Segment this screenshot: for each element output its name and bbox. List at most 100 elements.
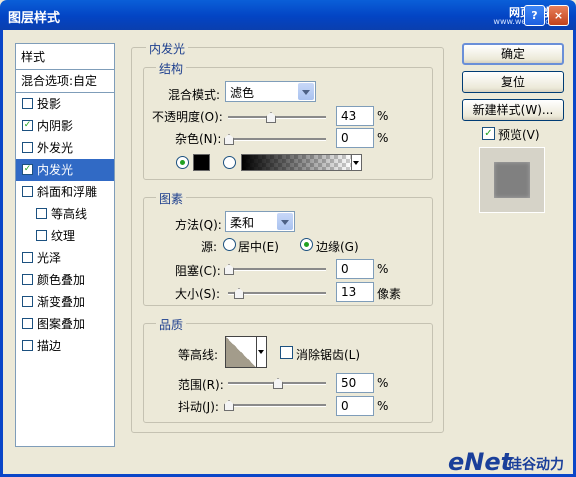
style-list-header[interactable]: 样式	[16, 46, 114, 68]
title-bar	[0, 0, 576, 30]
style-item-label: 斜面和浮雕	[37, 185, 98, 199]
style-item-checkbox[interactable]	[22, 340, 33, 351]
brand-logo-cn: 硅谷动力	[508, 457, 564, 473]
preview-swatch	[494, 162, 530, 198]
style-item[interactable]: ✓ 内发光	[16, 159, 114, 181]
style-item[interactable]: 斜面和浮雕	[16, 181, 114, 203]
style-item-checkbox[interactable]	[22, 296, 33, 307]
style-item-checkbox[interactable]	[22, 186, 33, 197]
range-input[interactable]: 50	[336, 373, 374, 393]
style-item-checkbox[interactable]	[36, 208, 47, 219]
blend-options-item[interactable]: 混合选项:自定	[16, 70, 114, 92]
jitter-label: 抖动(J):	[178, 400, 219, 414]
antialias-checkbox[interactable]	[280, 346, 293, 359]
style-item-checkbox[interactable]: ✓	[22, 120, 33, 131]
quality-title: 品质	[156, 316, 187, 333]
method-label: 方法(Q):	[175, 218, 222, 232]
size-label: 大小(S):	[175, 287, 221, 301]
source-label: 源:	[201, 240, 218, 254]
window-title: 图层样式	[8, 11, 61, 26]
choke-input[interactable]: 0	[336, 259, 374, 279]
help-button[interactable]: ?	[524, 5, 545, 26]
contour-preview[interactable]	[225, 336, 257, 368]
chevron-down-icon	[258, 350, 264, 354]
gradient-dropdown[interactable]	[352, 154, 362, 171]
chevron-down-icon	[353, 161, 359, 165]
chevron-down-icon	[298, 83, 314, 100]
style-item[interactable]: ✓ 内阴影	[16, 115, 114, 137]
brand-logo: eNet	[448, 448, 513, 476]
opacity-input[interactable]: 43	[336, 106, 374, 126]
noise-slider-track[interactable]	[228, 138, 326, 141]
pixel-unit: 像素	[377, 287, 402, 301]
source-edge-radio[interactable]	[300, 238, 313, 251]
contour-label: 等高线:	[178, 348, 219, 362]
new-style-button[interactable]: 新建样式(W)...	[462, 99, 564, 121]
blend-mode-label: 混合模式:	[168, 88, 221, 102]
percent-unit: %	[377, 131, 389, 145]
preview-checkbox[interactable]: ✓	[482, 127, 495, 140]
style-item-label: 颜色叠加	[37, 273, 86, 287]
style-item-checkbox[interactable]: ✓	[22, 164, 33, 175]
style-item-label: 纹理	[51, 229, 76, 243]
style-item-checkbox[interactable]	[22, 274, 33, 285]
style-item[interactable]: 外发光	[16, 137, 114, 159]
style-item[interactable]: 渐变叠加	[16, 291, 114, 313]
style-item-label: 投影	[37, 97, 62, 111]
close-button[interactable]: ×	[548, 5, 569, 26]
opacity-label: 不透明度(O):	[152, 110, 223, 124]
color-swatch[interactable]	[193, 154, 210, 171]
style-item-label: 外发光	[37, 141, 74, 155]
style-item-label: 内阴影	[37, 119, 74, 133]
source-edge-label: 边缘(G)	[316, 240, 359, 254]
percent-unit: %	[377, 399, 389, 413]
style-item-checkbox[interactable]	[22, 98, 33, 109]
ok-button[interactable]: 确定	[462, 43, 564, 65]
percent-unit: %	[377, 376, 389, 390]
style-item[interactable]: 描边	[16, 335, 114, 357]
percent-unit: %	[377, 262, 389, 276]
style-item[interactable]: 等高线	[16, 203, 114, 225]
style-item-checkbox[interactable]	[36, 230, 47, 241]
color-radio[interactable]	[176, 156, 189, 169]
noise-label: 杂色(N):	[175, 132, 222, 146]
size-input[interactable]: 13	[336, 282, 374, 302]
style-item-checkbox[interactable]	[22, 252, 33, 263]
elements-title: 图素	[156, 190, 187, 207]
blend-mode-dropdown[interactable]: 滤色	[225, 81, 316, 102]
style-item[interactable]: 颜色叠加	[16, 269, 114, 291]
style-item-checkbox[interactable]	[22, 142, 33, 153]
style-item[interactable]: 图案叠加	[16, 313, 114, 335]
style-item-label: 内发光	[37, 163, 74, 177]
style-list: 样式 混合选项:自定 投影 ✓ 内阴影外发光 ✓ 内发光斜面和浮雕等高线纹理光泽颜色叠加…	[15, 43, 115, 447]
percent-unit: %	[377, 109, 389, 123]
source-center-radio[interactable]	[223, 238, 236, 251]
opacity-slider-track[interactable]	[228, 116, 326, 119]
style-item-label: 图案叠加	[37, 317, 86, 331]
style-item-label: 光泽	[37, 251, 62, 265]
choke-label: 阻塞(C):	[175, 264, 221, 278]
range-label: 范围(R):	[178, 378, 224, 392]
inner-glow-title: 内发光	[146, 40, 189, 57]
antialias-label: 消除锯齿(L)	[296, 348, 361, 362]
style-item-label: 等高线	[51, 207, 88, 221]
style-item-label: 描边	[37, 339, 62, 353]
style-item[interactable]: 光泽	[16, 247, 114, 269]
choke-slider-track[interactable]	[228, 268, 326, 271]
style-item[interactable]: 投影	[16, 93, 114, 115]
noise-input[interactable]: 0	[336, 128, 374, 148]
style-item-checkbox[interactable]	[22, 318, 33, 329]
style-item[interactable]: 纹理	[16, 225, 114, 247]
jitter-slider-track[interactable]	[228, 404, 326, 407]
style-item-label: 渐变叠加	[37, 295, 86, 309]
gradient-bar[interactable]	[241, 154, 352, 171]
gradient-radio[interactable]	[223, 156, 236, 169]
reset-button[interactable]: 复位	[462, 71, 564, 93]
structure-title: 结构	[156, 60, 187, 77]
method-dropdown[interactable]: 柔和	[225, 211, 295, 232]
jitter-input[interactable]: 0	[336, 396, 374, 416]
chevron-down-icon	[277, 213, 293, 230]
preview-label: 预览(V)	[498, 128, 540, 142]
contour-dropdown[interactable]	[257, 336, 267, 368]
source-center-label: 居中(E)	[238, 240, 279, 254]
